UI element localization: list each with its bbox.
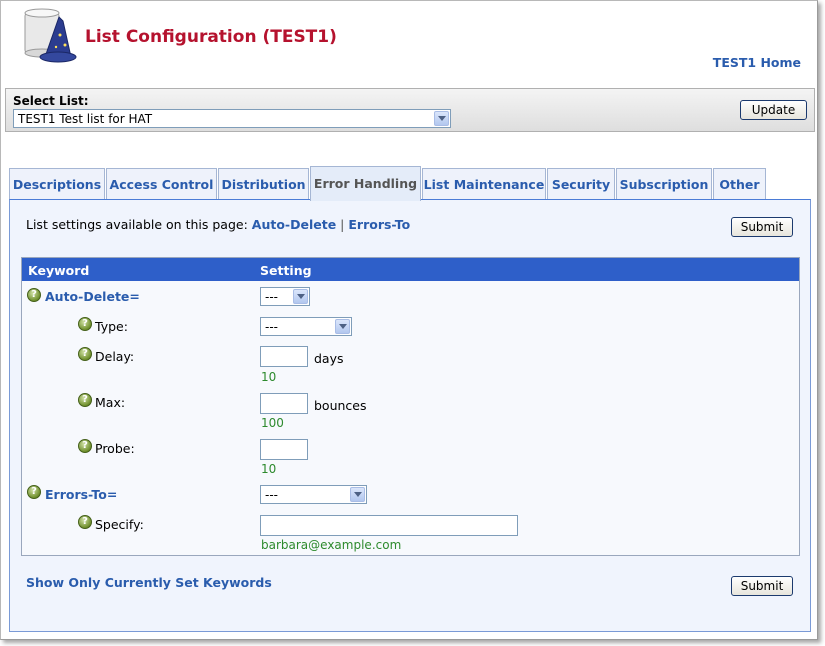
column-keyword: Keyword [28, 263, 90, 278]
auto-delete-link[interactable]: Auto-Delete [252, 217, 336, 232]
help-icon[interactable]: ? [27, 485, 41, 499]
errors-to-link[interactable]: Errors-To [348, 217, 410, 232]
errors-to-value: --- [265, 488, 278, 502]
table-header: Keyword Setting [22, 258, 799, 281]
type-label: Type: [95, 319, 128, 334]
chevron-down-icon [335, 319, 350, 334]
chevron-down-icon [434, 111, 449, 126]
max-default: 100 [261, 416, 284, 430]
type-value: --- [265, 320, 278, 334]
help-icon[interactable]: ? [78, 347, 92, 361]
available-settings-text: List settings available on this page: Au… [26, 217, 410, 232]
page-frame: List Configuration (TEST1) TEST1 Home Se… [0, 0, 818, 640]
submit-button-top[interactable]: Submit [731, 217, 793, 237]
tab-subscription[interactable]: Subscription [616, 168, 712, 200]
settings-table: Keyword Setting ? Auto-Delete= --- ? Typ… [21, 257, 800, 556]
home-link[interactable]: TEST1 Home [713, 55, 801, 70]
errors-to-select[interactable]: --- [260, 485, 367, 504]
submit-button-bottom[interactable]: Submit [731, 576, 793, 596]
max-unit: bounces [314, 398, 367, 413]
page-title: List Configuration (TEST1) [85, 27, 337, 47]
delay-default: 10 [261, 370, 277, 384]
auto-delete-label: Auto-Delete= [45, 289, 140, 304]
select-list-value: TEST1 Test list for HAT [18, 112, 153, 126]
specify-input[interactable] [260, 515, 518, 536]
wizard-hat-scroll-icon [24, 8, 77, 63]
tab-descriptions[interactable]: Descriptions [9, 168, 105, 200]
select-list-bar: Select List: TEST1 Test list for HAT Upd… [5, 88, 815, 132]
select-list-dropdown[interactable]: TEST1 Test list for HAT [13, 109, 451, 128]
auto-delete-select[interactable]: --- [260, 287, 310, 306]
delay-unit: days [314, 351, 344, 366]
show-only-set-keywords-link[interactable]: Show Only Currently Set Keywords [26, 575, 272, 590]
help-icon[interactable]: ? [78, 515, 92, 529]
errors-to-label: Errors-To= [45, 487, 118, 502]
auto-delete-value: --- [265, 290, 278, 304]
probe-input[interactable] [260, 439, 308, 460]
settings-panel: List settings available on this page: Au… [9, 199, 811, 632]
help-icon[interactable]: ? [78, 317, 92, 331]
chevron-down-icon [293, 289, 308, 304]
help-icon[interactable]: ? [78, 393, 92, 407]
link-separator: | [340, 217, 345, 232]
probe-default: 10 [261, 462, 277, 476]
type-select[interactable]: --- [260, 317, 352, 336]
select-list-label: Select List: [13, 94, 89, 108]
probe-label: Probe: [95, 441, 135, 456]
tab-security[interactable]: Security [547, 168, 615, 200]
tab-access-control[interactable]: Access Control [106, 168, 217, 200]
tab-list-maintenance[interactable]: List Maintenance [422, 168, 546, 200]
tab-error-handling[interactable]: Error Handling [310, 166, 421, 201]
column-setting: Setting [260, 263, 312, 278]
available-prefix: List settings available on this page: [26, 217, 248, 232]
help-icon[interactable]: ? [27, 288, 41, 302]
delay-label: Delay: [95, 349, 135, 364]
delay-input[interactable] [260, 346, 308, 367]
tab-distribution[interactable]: Distribution [218, 168, 309, 200]
specify-label: Specify: [95, 517, 144, 532]
max-input[interactable] [260, 393, 308, 414]
tab-other[interactable]: Other [713, 168, 766, 200]
help-icon[interactable]: ? [78, 439, 92, 453]
specify-default: barbara@example.com [261, 538, 402, 552]
chevron-down-icon [350, 487, 365, 502]
update-button[interactable]: Update [740, 100, 807, 120]
max-label: Max: [95, 395, 126, 410]
